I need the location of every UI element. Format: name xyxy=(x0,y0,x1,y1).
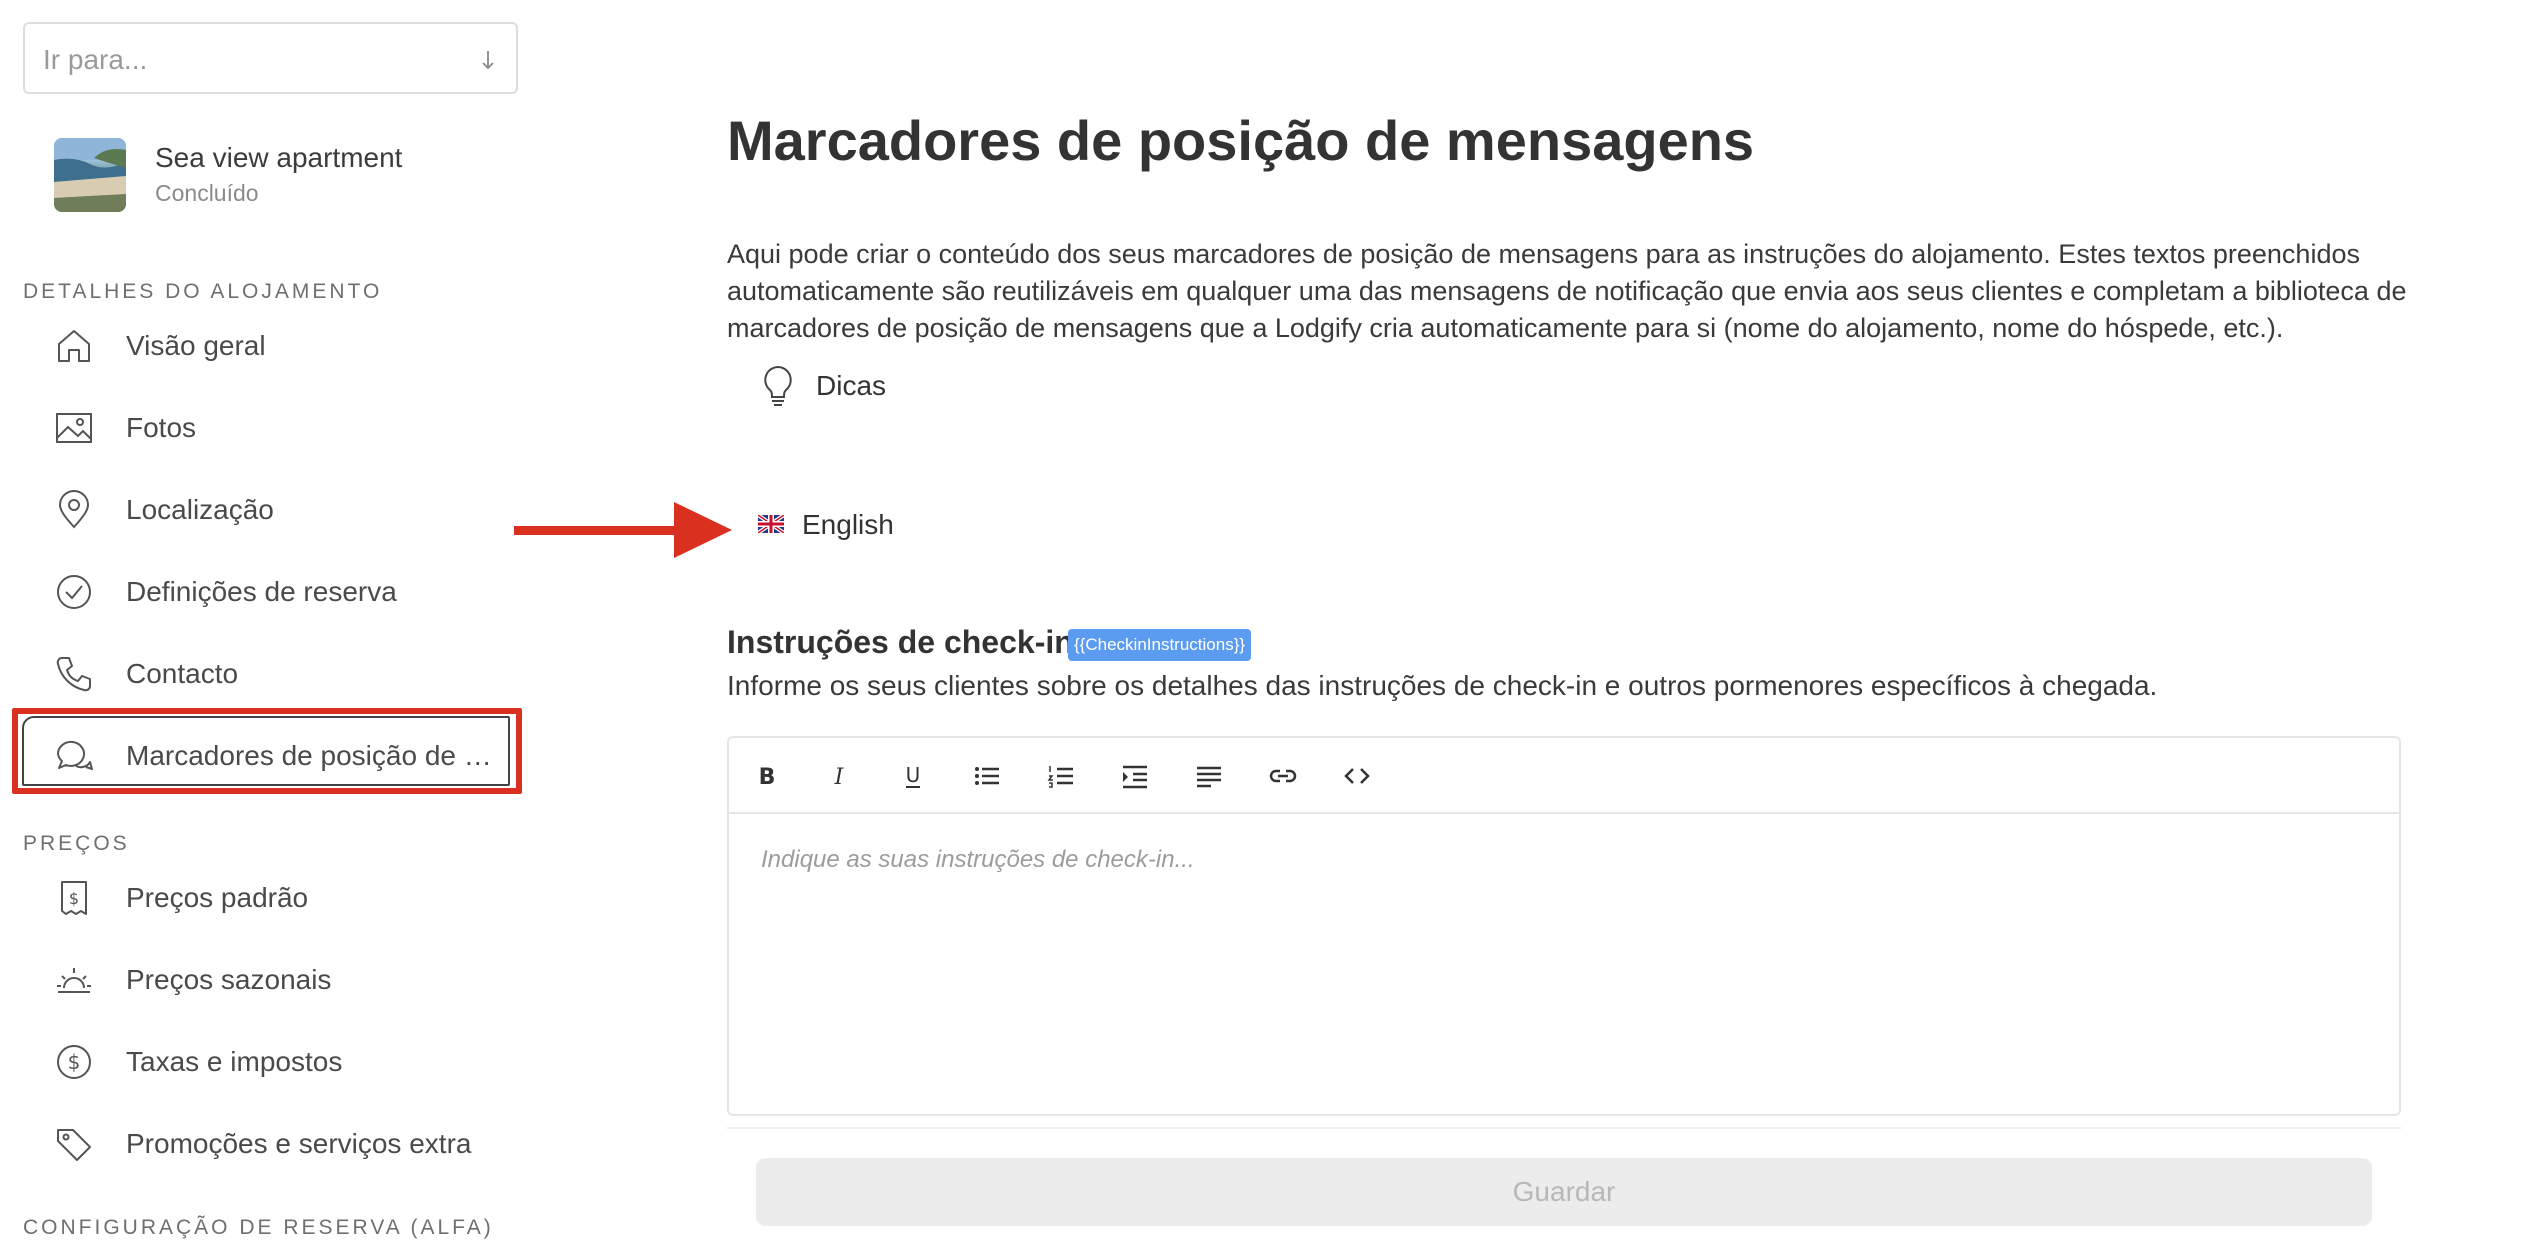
sidebar-item-fees-taxes[interactable]: $ Taxas e impostos xyxy=(54,1032,514,1092)
page-title: Marcadores de posição de mensagens xyxy=(727,109,1755,172)
uk-flag-icon xyxy=(758,515,784,533)
svg-text:U: U xyxy=(906,763,921,787)
tips-label: Dicas xyxy=(816,370,887,401)
property-status: Concluído xyxy=(155,180,259,206)
field-description: Informe os seus clientes sobre os detalh… xyxy=(727,670,2158,701)
svg-text:$: $ xyxy=(69,889,79,908)
section-label-details: DETALHES DO ALOJAMENTO xyxy=(23,280,383,303)
sidebar-item-location[interactable]: Localização xyxy=(54,480,514,540)
highlight-box xyxy=(12,708,522,794)
field-title: Instruções de check-in xyxy=(727,624,1074,660)
sidebar-item-label: Taxas e impostos xyxy=(126,1046,343,1077)
sidebar-item-label: Preços padrão xyxy=(126,882,309,913)
language-label: English xyxy=(802,509,894,540)
bold-button[interactable]: B xyxy=(749,758,785,794)
code-button[interactable] xyxy=(1339,758,1375,794)
sidebar-item-booking-settings[interactable]: Definições de reserva xyxy=(54,562,514,622)
sidebar-item-label: Visão geral xyxy=(126,330,266,361)
svg-text:I: I xyxy=(834,765,845,790)
placeholder-token-badge: {{CheckinInstructions}} xyxy=(1068,629,1252,661)
italic-icon: I xyxy=(834,765,845,790)
save-button[interactable]: Guardar xyxy=(756,1158,2372,1226)
sidebar-item-contact[interactable]: Contacto xyxy=(54,644,514,704)
sidebar: Ir para... Sea view apartment Concluído … xyxy=(0,0,530,1240)
property-thumbnail xyxy=(54,138,126,212)
sidebar-item-label: Fotos xyxy=(126,412,197,443)
bulleted-list-button[interactable] xyxy=(969,758,1005,794)
italic-button[interactable]: I xyxy=(821,758,857,794)
arrow-down-icon xyxy=(482,51,494,70)
underline-button[interactable]: U xyxy=(895,758,931,794)
property-card[interactable]: Sea view apartment Concluído xyxy=(54,138,514,212)
location-pin-icon xyxy=(58,490,90,529)
sidebar-item-label: Definições de reserva xyxy=(126,576,397,607)
check-circle-icon xyxy=(57,575,91,609)
sidebar-item-overview[interactable]: Visão geral xyxy=(54,316,514,376)
sidebar-item-label: Promoções e serviços extra xyxy=(126,1128,472,1159)
svg-text:B: B xyxy=(759,765,776,790)
link-button[interactable] xyxy=(1265,758,1301,794)
code-icon xyxy=(1344,768,1370,784)
sidebar-item-standard-prices[interactable]: $ Preços padrão xyxy=(54,868,514,928)
editor-toolbar: B I U xyxy=(729,738,2399,814)
tag-icon xyxy=(57,1129,91,1161)
indent-button[interactable] xyxy=(1117,758,1153,794)
sun-icon xyxy=(57,968,91,993)
indent-icon xyxy=(1123,765,1147,789)
price-tag-doc-icon: $ xyxy=(61,881,87,915)
goto-select[interactable]: Ir para... xyxy=(23,22,518,94)
property-name: Sea view apartment xyxy=(155,142,403,173)
divider xyxy=(727,1127,2401,1129)
align-left-icon xyxy=(1197,766,1221,788)
sidebar-item-seasonal-prices[interactable]: Preços sazonais xyxy=(54,950,514,1010)
phone-icon xyxy=(56,657,91,692)
sidebar-item-label: Localização xyxy=(126,494,274,525)
sidebar-item-label: Contacto xyxy=(126,658,239,689)
bold-icon: B xyxy=(759,765,776,790)
numbered-list-icon xyxy=(1047,766,1073,788)
image-icon xyxy=(56,413,92,443)
section-label-booking-config: CONFIGURAÇÃO DE RESERVA (ALFA) xyxy=(23,1216,494,1239)
lightbulb-icon xyxy=(764,365,792,406)
align-button[interactable] xyxy=(1191,758,1227,794)
page-description: Aqui pode criar o conteúdo dos seus marc… xyxy=(727,239,2407,343)
bulleted-list-icon xyxy=(975,767,999,785)
editor-input[interactable]: Indique as suas instruções de check-in..… xyxy=(761,846,1195,874)
underline-icon: U xyxy=(906,763,921,788)
sidebar-item-promotions[interactable]: Promoções e serviços extra xyxy=(54,1114,514,1174)
link-icon xyxy=(1269,769,1297,783)
numbered-list-button[interactable] xyxy=(1043,758,1079,794)
sidebar-item-label: Preços sazonais xyxy=(126,964,332,995)
sidebar-item-photos[interactable]: Fotos xyxy=(54,398,514,458)
arrow-right-annotation-icon xyxy=(514,502,732,558)
section-label-prices: PREÇOS xyxy=(23,832,130,855)
home-icon xyxy=(58,330,90,362)
dollar-circle-icon: $ xyxy=(57,1045,91,1079)
goto-placeholder: Ir para... xyxy=(43,44,148,75)
rich-text-editor: B I U Indique as suas instruções de chec… xyxy=(727,736,2401,1116)
svg-text:$: $ xyxy=(68,1050,81,1074)
